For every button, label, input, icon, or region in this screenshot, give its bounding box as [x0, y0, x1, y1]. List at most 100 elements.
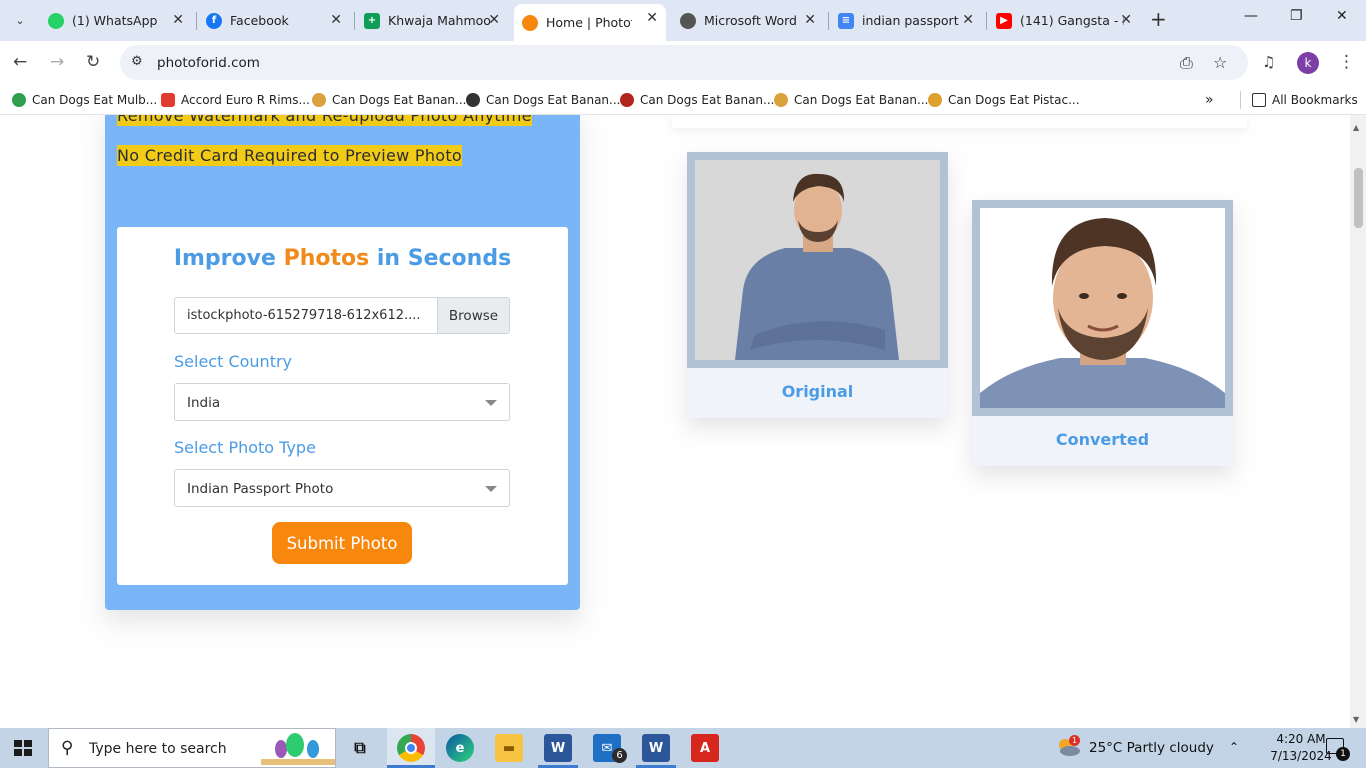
search-highlight-illustration: [261, 733, 335, 765]
all-bookmarks-button[interactable]: All Bookmarks: [1252, 92, 1358, 108]
site-settings-icon[interactable]: ⚙: [131, 54, 143, 69]
clock[interactable]: 4:20 AM 7/13/2024: [1268, 731, 1334, 765]
tab-indian-passport[interactable]: ≡ indian passport ✕: [830, 6, 982, 35]
tab-sheets[interactable]: + Khwaja Mahmood ✕: [356, 6, 508, 35]
acrobat-icon[interactable]: A: [691, 734, 719, 762]
forward-button[interactable]: →: [50, 52, 64, 72]
car-icon: [161, 93, 175, 107]
tab-search-button[interactable]: ⌄: [8, 8, 32, 32]
chevron-up-icon[interactable]: ⌃: [1229, 740, 1239, 754]
word-icon[interactable]: W: [544, 734, 572, 762]
reload-button[interactable]: ↻: [86, 52, 100, 72]
arrow-right-icon: →: [50, 52, 65, 72]
profile-avatar[interactable]: k: [1297, 52, 1319, 74]
clock-time: 4:20 AM: [1276, 732, 1326, 746]
browse-button[interactable]: Browse: [437, 298, 509, 333]
folder-icon: [1252, 93, 1266, 107]
page-scrollbar[interactable]: ▲ ▼: [1350, 115, 1366, 728]
page-viewport: Remove Watermark and Re-upload Photo Any…: [0, 115, 1350, 728]
back-button[interactable]: ←: [13, 52, 27, 72]
globe-icon: [680, 12, 696, 29]
plus-icon: +: [1150, 7, 1167, 31]
media-controls-button[interactable]: ♫: [1262, 52, 1275, 72]
bookmark-star-icon[interactable]: ☆: [1213, 53, 1227, 72]
globe-icon: [466, 93, 480, 107]
restore-button[interactable]: ❐: [1290, 8, 1303, 24]
tab-facebook[interactable]: f Facebook ✕: [198, 6, 350, 35]
close-icon[interactable]: ✕: [962, 13, 974, 27]
bookmarks-bar: Can Dogs Eat Mulb... Accord Euro R Rims.…: [0, 85, 1366, 115]
notification-badge: 1: [1336, 747, 1350, 761]
file-name: istockphoto-615279718-612x612....: [187, 308, 421, 323]
tab-youtube[interactable]: ▶ (141) Gangsta - B ✕: [988, 6, 1140, 35]
photoforid-icon: [522, 14, 538, 31]
bookmark-item[interactable]: Can Dogs Eat Banan...: [620, 92, 774, 108]
converted-photo-image: [980, 208, 1225, 408]
bookmark-favicon-icon: [774, 93, 788, 107]
media-icon: ♫: [1262, 53, 1276, 71]
windows-start-icon[interactable]: [14, 740, 32, 756]
new-tab-button[interactable]: +: [1150, 9, 1167, 29]
chrome-icon[interactable]: [397, 734, 425, 762]
photo-type-label: Select Photo Type: [174, 438, 316, 457]
submit-photo-button[interactable]: Submit Photo: [272, 522, 412, 564]
bookmark-favicon-icon: [12, 93, 26, 107]
file-input[interactable]: istockphoto-615279718-612x612.... Browse: [174, 297, 510, 334]
youtube-icon: ▶: [996, 12, 1012, 29]
paw-icon: [620, 93, 634, 107]
photo-type-select[interactable]: Indian Passport Photo: [174, 469, 510, 507]
bookmark-item[interactable]: Can Dogs Eat Banan...: [312, 92, 466, 108]
taskbar-search[interactable]: ⚲ Type here to search: [48, 728, 336, 768]
whatsapp-icon: [48, 12, 64, 29]
highlight-watermark: Remove Watermark and Re-upload Photo Any…: [117, 115, 532, 126]
upload-form: Improve Photos in Seconds istockphoto-61…: [117, 227, 568, 585]
taskbar: ⚲ Type here to search ⧉ e ▬ W ✉ 6 W A 1 …: [0, 728, 1366, 768]
more-bookmarks-button[interactable]: »: [1205, 92, 1214, 108]
task-view-icon[interactable]: ⧉: [346, 734, 374, 762]
bookmark-item[interactable]: Can Dogs Eat Banan...: [466, 92, 620, 108]
menu-button[interactable]: ⋮: [1338, 52, 1355, 72]
close-icon[interactable]: ✕: [488, 13, 500, 27]
weather-text[interactable]: 25°C Partly cloudy: [1089, 740, 1214, 756]
bookmark-item[interactable]: Can Dogs Eat Pistac...: [928, 92, 1080, 108]
url-text[interactable]: photoforid.com: [157, 55, 260, 71]
scroll-up-icon[interactable]: ▲: [1353, 123, 1359, 132]
tab-microsoft-word[interactable]: Microsoft Word ✕: [672, 6, 824, 35]
reload-icon: ↻: [86, 52, 101, 72]
close-icon[interactable]: ✕: [804, 13, 816, 27]
close-icon: ✕: [1336, 8, 1348, 24]
bookmark-item[interactable]: Can Dogs Eat Mulb...: [12, 92, 157, 108]
clock-date: 7/13/2024: [1270, 749, 1332, 763]
close-icon[interactable]: ✕: [1120, 13, 1132, 27]
mail-badge: 6: [612, 748, 627, 763]
converted-caption: Converted: [1055, 430, 1150, 449]
install-app-icon[interactable]: ⎙: [1180, 53, 1193, 73]
word-icon[interactable]: W: [642, 734, 670, 762]
country-select[interactable]: India: [174, 383, 510, 421]
browser-toolbar: ← → ↻ ⚙ photoforid.com ⎙ ☆ ♫ k ⋮: [0, 41, 1366, 85]
close-icon[interactable]: ✕: [330, 13, 342, 27]
bookmark-item[interactable]: Can Dogs Eat Banan...: [774, 92, 928, 108]
minimize-button[interactable]: —: [1244, 8, 1258, 24]
highlight-no-credit-card: No Credit Card Required to Preview Photo: [117, 145, 463, 166]
file-explorer-icon[interactable]: ▬: [495, 734, 523, 762]
country-label: Select Country: [174, 352, 293, 371]
chevron-down-icon: [485, 486, 497, 492]
original-photo-card: Original: [687, 152, 948, 418]
form-title: Improve Photos in Seconds: [173, 246, 512, 271]
tab-photoforid[interactable]: Home | Photoforid ✕: [514, 4, 666, 41]
top-card-edge: [672, 115, 1247, 128]
tab-whatsapp[interactable]: (1) WhatsApp ✕: [40, 6, 192, 35]
original-caption: Original: [781, 382, 854, 401]
address-bar[interactable]: ⚙ photoforid.com ⎙ ☆: [120, 45, 1248, 80]
close-icon[interactable]: ✕: [646, 11, 658, 25]
bookmark-favicon-icon: [312, 93, 326, 107]
bookmark-item[interactable]: Accord Euro R Rims...: [161, 92, 310, 108]
minimize-icon: —: [1244, 8, 1258, 24]
arrow-left-icon: ←: [13, 52, 28, 72]
edge-icon[interactable]: e: [446, 734, 474, 762]
scroll-down-icon[interactable]: ▼: [1353, 715, 1359, 724]
close-icon[interactable]: ✕: [172, 13, 184, 27]
scroll-thumb[interactable]: [1354, 168, 1363, 228]
close-window-button[interactable]: ✕: [1336, 8, 1348, 24]
